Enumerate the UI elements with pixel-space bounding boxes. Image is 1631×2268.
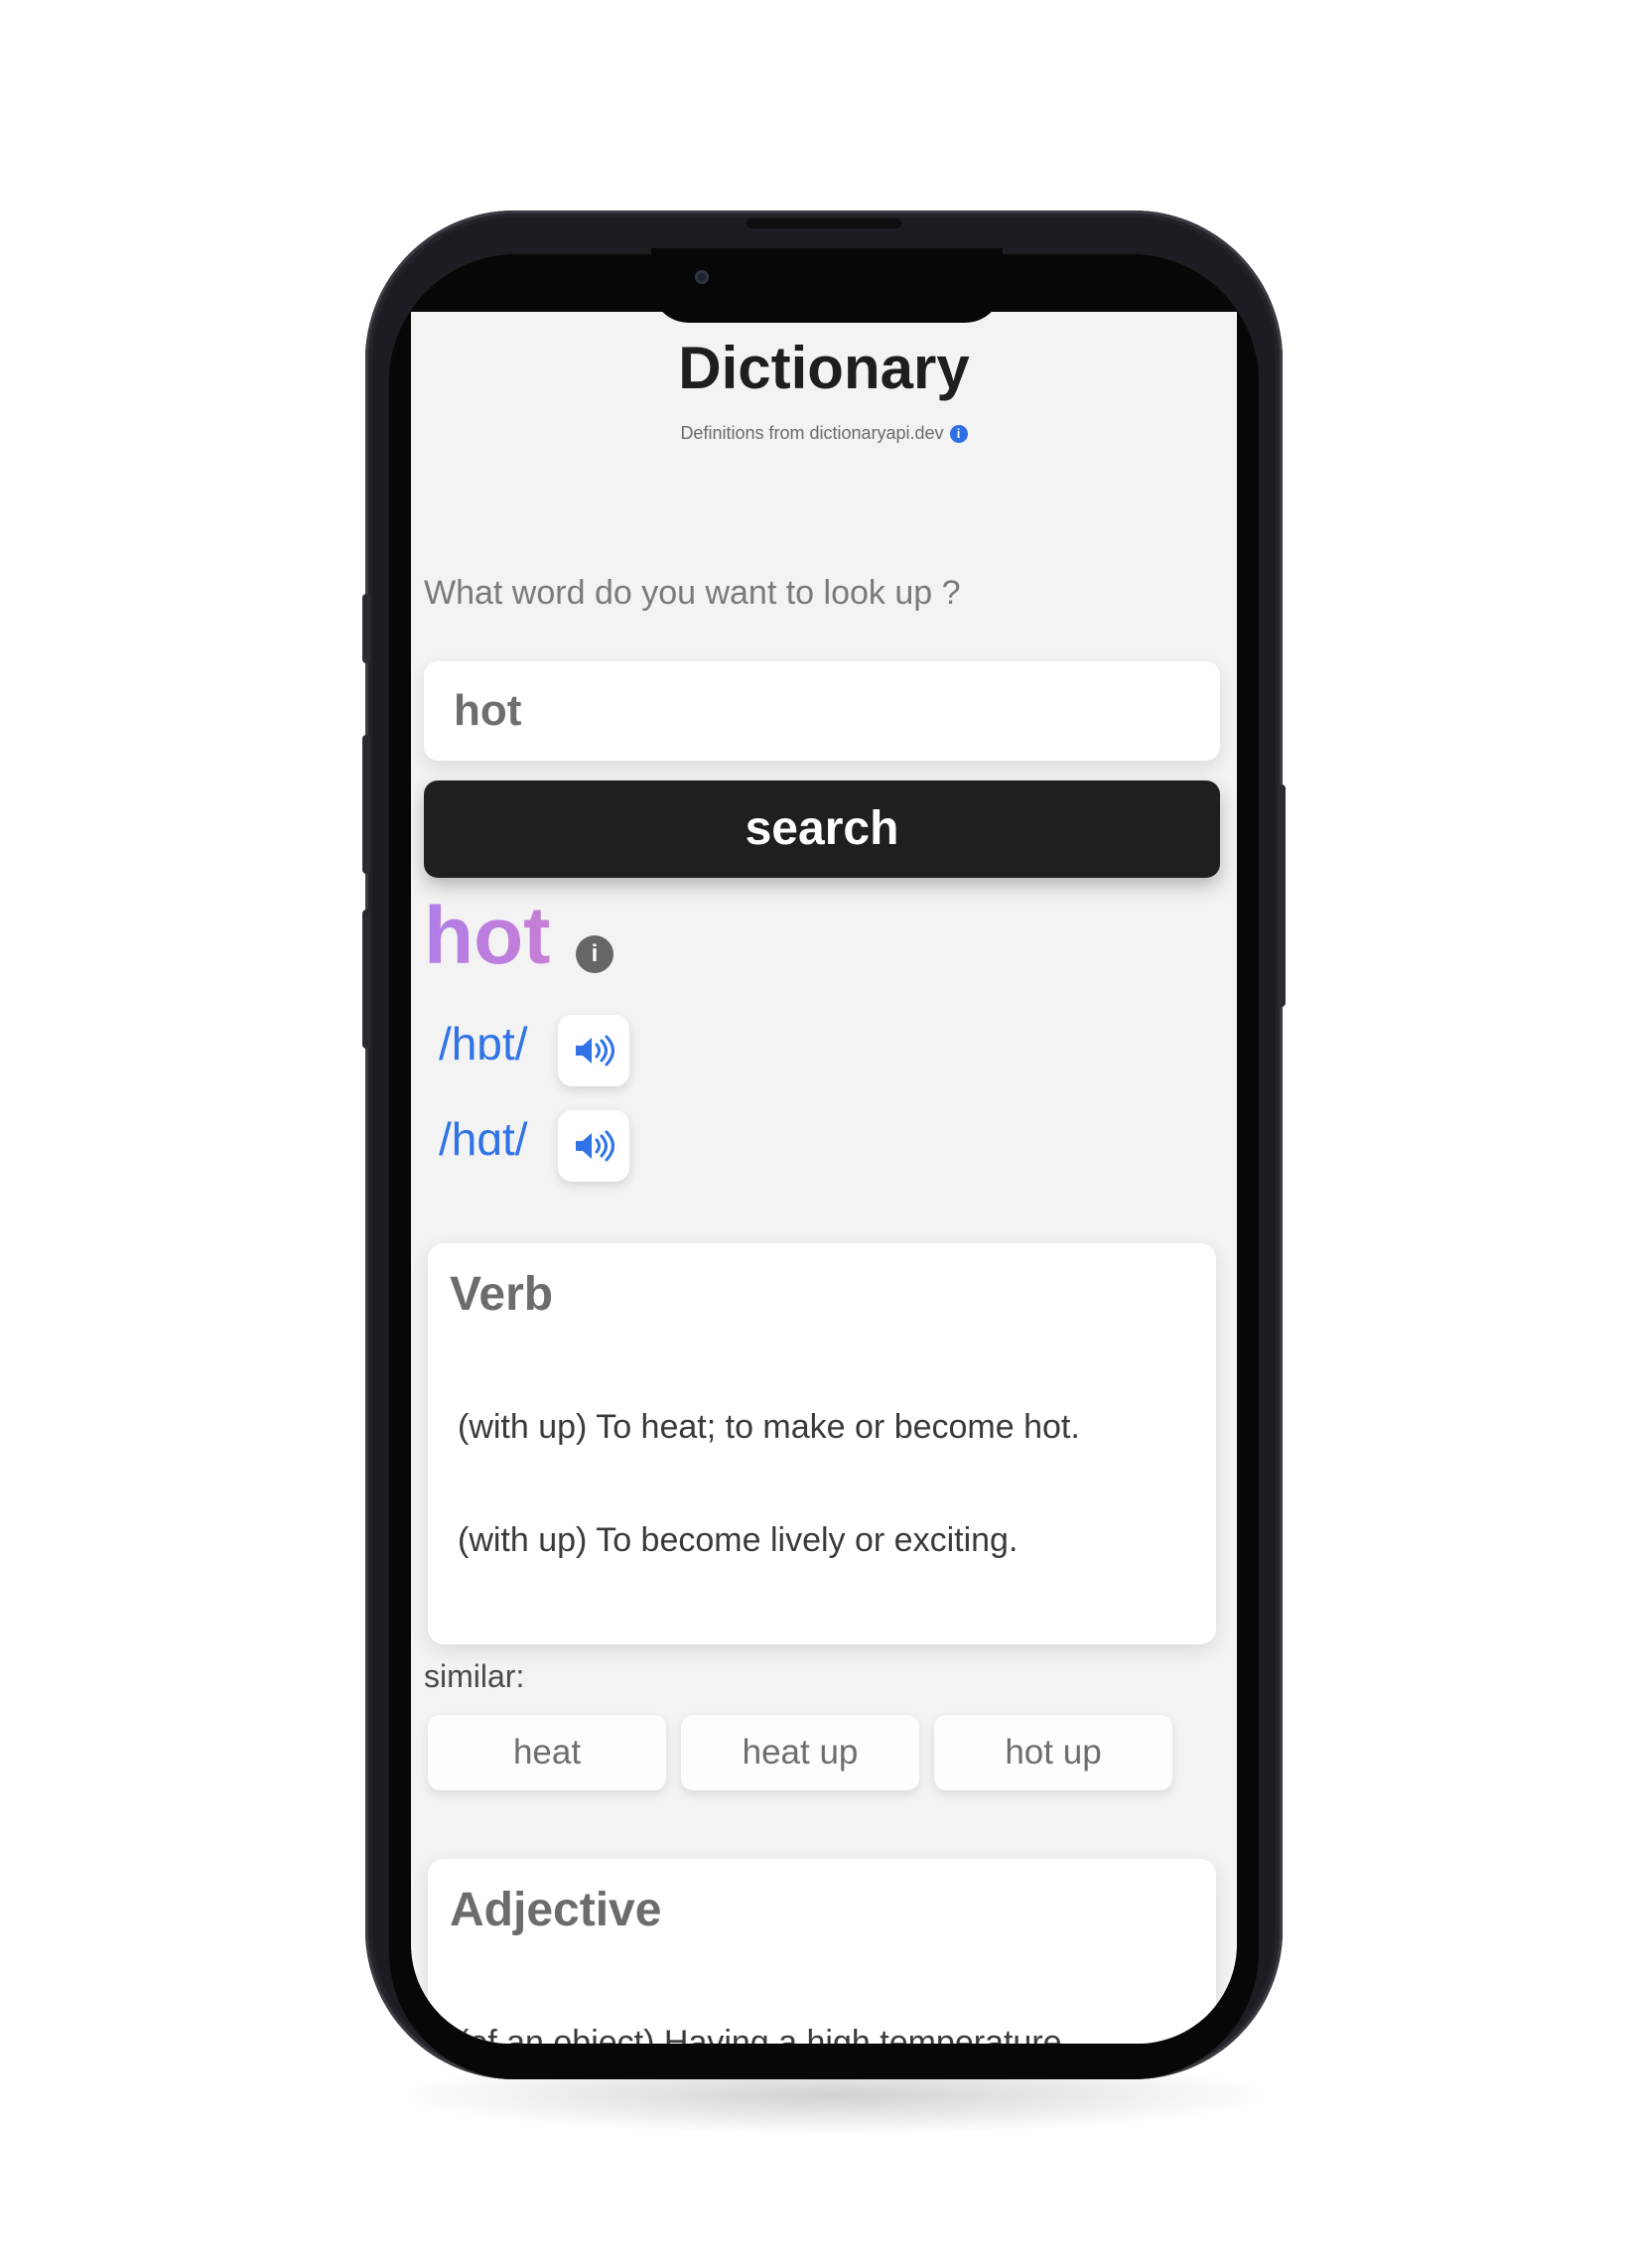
similar-word-chip[interactable]: heat up (681, 1715, 919, 1790)
part-of-speech: Verb (450, 1268, 554, 1321)
power-button (1278, 784, 1286, 1007)
part-of-speech: Adjective (450, 1884, 662, 1936)
info-icon[interactable]: i (949, 425, 968, 444)
definition: (with up) To become lively or exciting. (458, 1521, 1019, 1559)
similar-label: similar: (424, 1658, 525, 1694)
app-subtitle: Definitions from dictionaryapi.dev i (411, 423, 1237, 444)
front-camera (695, 270, 709, 284)
similar-word-chip[interactable]: heat (428, 1715, 666, 1790)
volume-down-button (362, 910, 370, 1049)
result-word: hot (424, 891, 551, 981)
mute-switch (362, 594, 370, 663)
app-subtitle-text: Definitions from dictionaryapi.dev (680, 423, 944, 443)
speaker-icon (576, 1035, 614, 1066)
app-screen: Dictionary Definitions from dictionaryap… (411, 312, 1237, 2044)
search-button[interactable]: search (424, 780, 1220, 878)
phonetic-text: /hɑt/ (439, 1113, 528, 1165)
play-pronunciation-button[interactable] (558, 1110, 629, 1182)
app-title: Dictionary (678, 335, 970, 401)
phonetic-text: /hɒt/ (439, 1018, 528, 1069)
definition: (with up) To heat; to make or become hot… (458, 1408, 1080, 1446)
definition: (of an object) Having a high temperature… (458, 2024, 1072, 2044)
volume-up-button (362, 735, 370, 874)
phone-notch (651, 248, 1003, 323)
info-icon[interactable]: i (576, 935, 613, 973)
earpiece-speaker (747, 218, 901, 228)
meaning-card: Verb (with up) To heat; to make or becom… (428, 1243, 1216, 1644)
speaker-icon (576, 1130, 614, 1162)
similar-word-chip[interactable]: hot up (934, 1715, 1172, 1790)
search-input[interactable] (424, 661, 1220, 761)
search-prompt: What word do you want to look up ? (424, 574, 961, 612)
meaning-card: Adjective (of an object) Having a high t… (428, 1859, 1216, 2044)
play-pronunciation-button[interactable] (558, 1015, 629, 1086)
